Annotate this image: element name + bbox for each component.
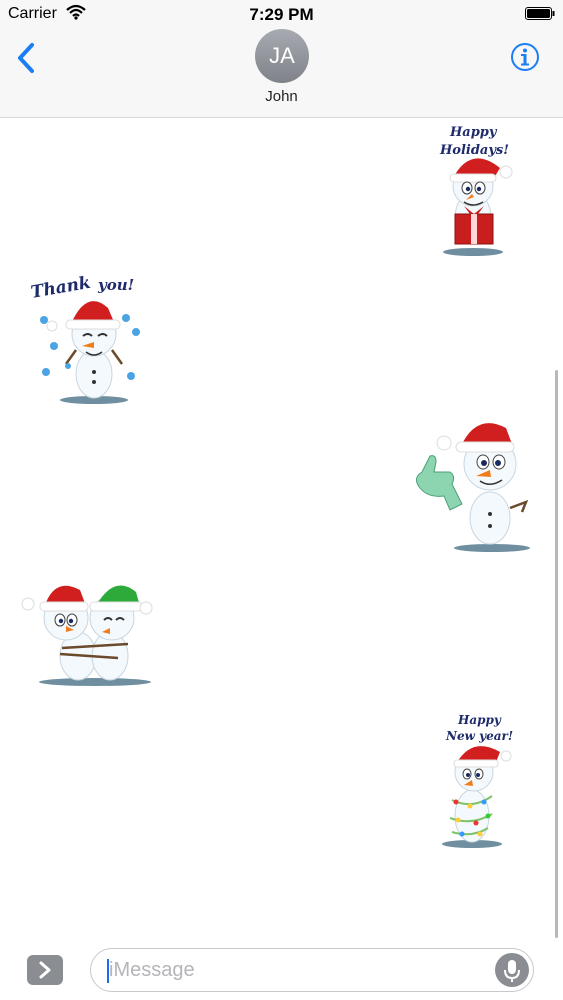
happy-holidays-sticker[interactable]: Happy Holidays! [430,122,520,260]
sticker-caption-line: Happy [457,713,502,727]
thank-you-sticker[interactable]: Thank you! [28,268,150,408]
status-bar: Carrier 7:29 PM [0,0,563,30]
message-thread[interactable]: Happy Holidays! Thank you! Happy New yea… [0,118,563,940]
battery-icon [525,7,555,20]
sticker-caption-line: New year! [445,729,513,743]
status-time: 7:29 PM [249,5,314,24]
thumbs-up-sticker[interactable] [410,418,535,554]
sticker-caption-line: Thank [29,273,92,303]
app-drawer-icon[interactable] [27,955,63,985]
back-chevron-icon[interactable] [14,42,40,74]
sticker-caption-line: you! [97,276,134,294]
message-input[interactable] [109,957,479,983]
message-input-field[interactable] [90,948,534,992]
avatar[interactable]: JA [255,29,309,83]
contact-name[interactable]: John [0,88,563,105]
microphone-icon[interactable] [495,953,529,987]
sticker-caption-line: Holidays! [439,143,509,158]
happy-new-year-sticker[interactable]: Happy New year! [436,710,520,850]
info-icon[interactable] [510,42,540,72]
hugging-snowmen-sticker[interactable] [18,578,158,690]
sticker-caption-line: Happy [449,125,498,140]
scroll-indicator[interactable] [555,370,558,938]
